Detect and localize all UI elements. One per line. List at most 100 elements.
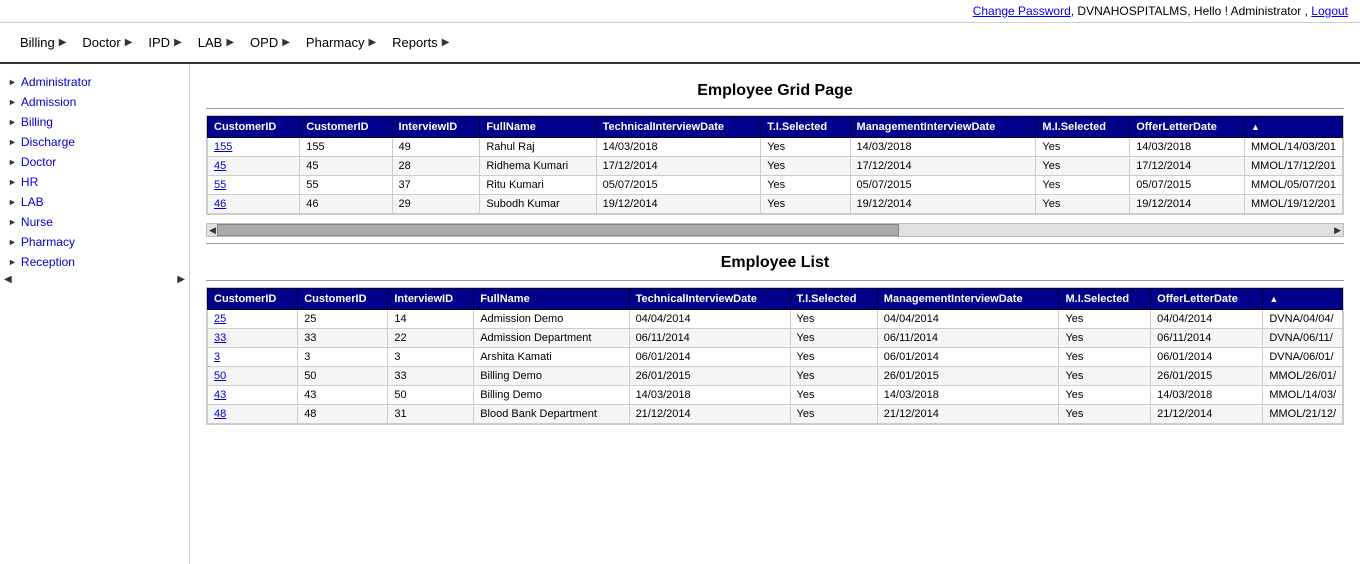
nav-doctor[interactable]: Doctor ▶ <box>74 31 140 54</box>
sidebar-item-hr[interactable]: ► HR <box>0 172 189 192</box>
grid-id-link[interactable]: 155 <box>214 141 232 153</box>
list-cell-ol: MMOL/21/12/ <box>1263 405 1343 424</box>
grid-col-scroll[interactable]: ▲ <box>1245 117 1343 138</box>
nav-ipd-label: IPD <box>148 35 170 50</box>
list-col-interviewid: InterviewID <box>388 289 474 310</box>
list-cell-mid: 04/04/2014 <box>877 310 1059 329</box>
grid-cell-id: 45 <box>208 157 300 176</box>
sidebar-item-administrator[interactable]: ► Administrator <box>0 72 189 92</box>
sidebar-expand-arrow[interactable]: ▶ <box>177 274 185 285</box>
employee-grid-table-container: CustomerID CustomerID InterviewID FullNa… <box>206 115 1344 215</box>
list-cell-ol: MMOL/14/03/ <box>1263 386 1343 405</box>
sidebar-arrow-billing: ► <box>8 117 17 127</box>
grid-col-customerid1: CustomerID <box>208 117 300 138</box>
nav-pharmacy[interactable]: Pharmacy ▶ <box>298 31 384 54</box>
list-cell-id: 3 <box>208 348 298 367</box>
list-cell-old: 14/03/2018 <box>1151 386 1263 405</box>
grid-cell-cid: 155 <box>300 138 392 157</box>
nav-billing[interactable]: Billing ▶ <box>12 31 74 54</box>
list-id-link[interactable]: 33 <box>214 332 226 344</box>
scroll-left-icon[interactable]: ◀ <box>209 225 216 236</box>
list-cell-old: 06/11/2014 <box>1151 329 1263 348</box>
sidebar-resizer: ◀ ▶ <box>0 272 189 287</box>
list-cell-old: 26/01/2015 <box>1151 367 1263 386</box>
nav-opd[interactable]: OPD ▶ <box>242 31 298 54</box>
sidebar-link-nurse[interactable]: Nurse <box>21 215 53 229</box>
sidebar-arrow-pharmacy: ► <box>8 237 17 247</box>
grid-cell-name: Subodh Kumar <box>480 195 596 214</box>
grid-col-customerid2: CustomerID <box>300 117 392 138</box>
sidebar-link-hr[interactable]: HR <box>21 175 38 189</box>
sidebar-link-discharge[interactable]: Discharge <box>21 135 75 149</box>
list-cell-mis: Yes <box>1059 348 1151 367</box>
sidebar-item-discharge[interactable]: ► Discharge <box>0 132 189 152</box>
grid-id-link[interactable]: 55 <box>214 179 226 191</box>
sidebar-item-billing[interactable]: ► Billing <box>0 112 189 132</box>
list-cell-ol: DVNA/06/11/ <box>1263 329 1343 348</box>
list-cell-name: Blood Bank Department <box>474 405 629 424</box>
sidebar-item-reception[interactable]: ► Reception <box>0 252 189 272</box>
list-id-link[interactable]: 43 <box>214 389 226 401</box>
grid-cell-old: 14/03/2018 <box>1130 138 1245 157</box>
sidebar-item-admission[interactable]: ► Admission <box>0 92 189 112</box>
grid-cell-iid: 49 <box>392 138 480 157</box>
nav-opd-arrow: ▶ <box>282 37 290 48</box>
sidebar-link-admission[interactable]: Admission <box>21 95 76 109</box>
table-row: 46 46 29 Subodh Kumar 19/12/2014 Yes 19/… <box>208 195 1343 214</box>
list-cell-mis: Yes <box>1059 329 1151 348</box>
grid-col-fullname: FullName <box>480 117 596 138</box>
sidebar-item-pharmacy[interactable]: ► Pharmacy <box>0 232 189 252</box>
list-id-link[interactable]: 50 <box>214 370 226 382</box>
grid-cell-mid: 05/07/2015 <box>850 176 1036 195</box>
grid-horizontal-scrollbar[interactable]: ◀ ▶ <box>206 223 1344 237</box>
list-cell-tis: Yes <box>790 405 877 424</box>
list-id-link[interactable]: 3 <box>214 351 220 363</box>
list-cell-name: Billing Demo <box>474 367 629 386</box>
scroll-thumb[interactable] <box>217 224 899 236</box>
sidebar-arrow-admission: ► <box>8 97 17 107</box>
grid-cell-mid: 19/12/2014 <box>850 195 1036 214</box>
grid-id-link[interactable]: 46 <box>214 198 226 210</box>
grid-cell-mis: Yes <box>1036 195 1130 214</box>
list-cell-name: Billing Demo <box>474 386 629 405</box>
nav-lab[interactable]: LAB ▶ <box>190 31 242 54</box>
list-cell-cid: 3 <box>298 348 388 367</box>
sidebar-link-pharmacy[interactable]: Pharmacy <box>21 235 75 249</box>
sidebar-item-nurse[interactable]: ► Nurse <box>0 212 189 232</box>
list-cell-iid: 33 <box>388 367 474 386</box>
grid-col-interviewid: InterviewID <box>392 117 480 138</box>
list-cell-id: 33 <box>208 329 298 348</box>
change-password-link[interactable]: Change Password <box>973 4 1071 18</box>
sidebar-link-lab[interactable]: LAB <box>21 195 44 209</box>
sidebar-link-reception[interactable]: Reception <box>21 255 75 269</box>
scroll-right-icon[interactable]: ▶ <box>1334 225 1341 236</box>
sidebar-link-administrator[interactable]: Administrator <box>21 75 92 89</box>
grid-id-link[interactable]: 45 <box>214 160 226 172</box>
list-cell-ol: DVNA/06/01/ <box>1263 348 1343 367</box>
nav-billing-arrow: ▶ <box>59 37 67 48</box>
main-content: Employee Grid Page CustomerID CustomerID… <box>190 64 1360 564</box>
sidebar-item-lab[interactable]: ► LAB <box>0 192 189 212</box>
list-cell-mid: 26/01/2015 <box>877 367 1059 386</box>
list-col-scroll[interactable]: ▲ <box>1263 289 1343 310</box>
nav-reports[interactable]: Reports ▶ <box>384 31 457 54</box>
employee-list-title: Employee List <box>206 254 1344 272</box>
list-item: 43 43 50 Billing Demo 14/03/2018 Yes 14/… <box>208 386 1343 405</box>
sidebar-arrow-nurse: ► <box>8 217 17 227</box>
sidebar-link-billing[interactable]: Billing <box>21 115 53 129</box>
sidebar-item-doctor[interactable]: ► Doctor <box>0 152 189 172</box>
nav-ipd[interactable]: IPD ▶ <box>140 31 189 54</box>
list-cell-tis: Yes <box>790 329 877 348</box>
sidebar-link-doctor[interactable]: Doctor <box>21 155 56 169</box>
hospital-name: DVNAHOSPITALMS <box>1077 4 1187 18</box>
grid-cell-old: 19/12/2014 <box>1130 195 1245 214</box>
list-cell-tid: 06/01/2014 <box>629 348 790 367</box>
list-id-link[interactable]: 48 <box>214 408 226 420</box>
logout-link[interactable]: Logout <box>1311 4 1348 18</box>
employee-grid-table: CustomerID CustomerID InterviewID FullNa… <box>207 116 1343 214</box>
list-id-link[interactable]: 25 <box>214 313 226 325</box>
list-col-misel: M.I.Selected <box>1059 289 1151 310</box>
list-cell-id: 48 <box>208 405 298 424</box>
sidebar-arrow-reception: ► <box>8 257 17 267</box>
sidebar-collapse-arrow[interactable]: ◀ <box>4 274 12 285</box>
